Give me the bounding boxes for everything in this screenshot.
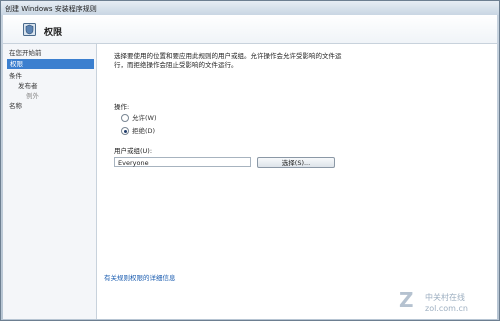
step-name[interactable]: 名称	[9, 101, 94, 111]
deny-radio-option[interactable]: 拒绝(D)	[121, 125, 155, 135]
permissions-help-link[interactable]: 有关规则权限的详细信息	[104, 272, 176, 282]
step-publisher[interactable]: 发布者	[18, 81, 94, 91]
user-or-group-label: 用户或组(U):	[114, 147, 153, 155]
action-label: 操作:	[114, 103, 130, 111]
instructions-text: 选择要使用的位置和要应用此规则的用户或组。允许操作会允许受影响的文件运 行，而拒…	[114, 52, 404, 70]
window-title: 创建 Windows 安装程序规则	[5, 5, 97, 13]
content-panel: 选择要使用的位置和要应用此规则的用户或组。允许操作会允许受影响的文件运 行，而拒…	[97, 44, 497, 319]
watermark-logo-icon: Z	[399, 288, 414, 312]
watermark-brand: 中关村在线	[425, 293, 465, 302]
step-exceptions[interactable]: 例外	[26, 91, 94, 101]
page-header: 权限	[3, 15, 497, 44]
deny-radio[interactable]	[121, 127, 129, 135]
deny-label: 拒绝(D)	[132, 127, 156, 135]
instructions-line-1: 选择要使用的位置和要应用此规则的用户或组。允许操作会允许受影响的文件运	[114, 52, 342, 60]
page-title: 权限	[44, 28, 63, 38]
shield-icon	[23, 23, 36, 36]
step-before-you-begin[interactable]: 在您开始前	[9, 48, 94, 58]
wizard-window: 创建 Windows 安装程序规则 权限 在您开始前 权限 条件 发布者 例外 …	[0, 0, 500, 321]
step-conditions[interactable]: 条件	[9, 71, 94, 81]
instructions-line-2: 行，而拒绝操作会阻止受影响的文件运行。	[114, 61, 238, 69]
title-bar: 创建 Windows 安装程序规则	[1, 1, 499, 15]
wizard-steps-sidebar: 在您开始前 权限 条件 发布者 例外 名称	[3, 44, 97, 319]
allow-label: 允许(W)	[132, 114, 157, 122]
user-or-group-field[interactable]: Everyone	[114, 157, 251, 167]
watermark-url: zol.com.cn	[425, 304, 468, 313]
allow-radio[interactable]	[121, 114, 129, 122]
step-permissions[interactable]: 权限	[7, 59, 94, 69]
select-button[interactable]: 选择(S)...	[257, 157, 335, 168]
allow-radio-option[interactable]: 允许(W)	[121, 112, 157, 122]
watermark: Z 中关村在线 zol.com.cn	[399, 288, 499, 318]
